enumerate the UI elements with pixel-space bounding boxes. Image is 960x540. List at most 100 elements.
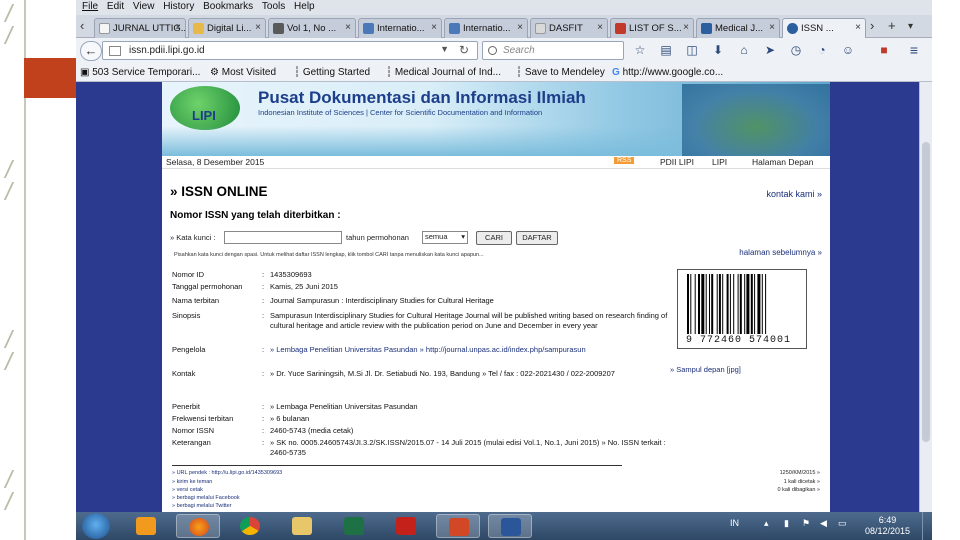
tab-list-of-s[interactable]: LIST OF S... ×	[610, 18, 694, 38]
menu-history[interactable]: History	[163, 0, 194, 14]
tab-digital-library[interactable]: Digital Li... ×	[188, 18, 266, 38]
hamburger-menu-icon[interactable]: ≡	[906, 42, 922, 58]
barcode-bar	[694, 274, 696, 334]
tab-international-2[interactable]: Internatio... ×	[444, 18, 528, 38]
url-text[interactable]: issn.pdii.lipi.go.id	[129, 45, 205, 56]
share-icon[interactable]: ➤	[762, 42, 778, 58]
close-icon[interactable]: ×	[431, 22, 437, 33]
bookmark-503[interactable]: ▣ 503 Service Temporari...	[80, 67, 200, 78]
nav-lipi[interactable]: LIPI	[712, 157, 727, 167]
flag-icon[interactable]: ⚑	[802, 518, 810, 529]
page-scrollbar[interactable]	[919, 82, 932, 512]
history-icon[interactable]: ◷	[788, 42, 804, 58]
home-icon[interactable]: ⌂	[736, 42, 752, 58]
keyword-input[interactable]	[224, 231, 342, 244]
list-button[interactable]: DAFTAR	[516, 231, 558, 245]
powerpoint-icon	[449, 518, 469, 536]
short-url-link[interactable]: » URL pendek : http://u.lipi.go.id/14353…	[172, 470, 282, 476]
tab-jurnal-uttig[interactable]: JURNAL UTTIG... ×	[94, 18, 186, 38]
reload-icon[interactable]: ↻	[459, 43, 469, 57]
menu-tools[interactable]: Tools	[262, 0, 285, 14]
close-icon[interactable]: ×	[255, 22, 261, 33]
close-icon[interactable]: ×	[683, 22, 689, 33]
taskbar-explorer[interactable]	[280, 514, 324, 538]
search-placeholder[interactable]: Search	[503, 45, 535, 56]
bookmark-medical-journal[interactable]: ┆ Medical Journal of Ind...	[386, 67, 501, 78]
contact-link[interactable]: kontak kami »	[766, 189, 822, 199]
tab-issn[interactable]: ISSN ... ×	[782, 18, 866, 38]
taskbar-powerpoint[interactable]	[436, 514, 480, 538]
taskbar-media-player[interactable]	[124, 514, 168, 538]
print-version-link[interactable]: » versi cetak	[172, 487, 203, 493]
start-button[interactable]	[82, 513, 110, 539]
show-desktop-button[interactable]	[922, 512, 932, 540]
pocket-icon[interactable]: ◫	[684, 42, 700, 58]
facebook-share-link[interactable]: » berbagi melalui Facebook	[172, 495, 240, 501]
url-bar[interactable]: issn.pdii.lipi.go.id ▼ ↻	[102, 41, 478, 60]
bookmark-google[interactable]: G http://www.google.co...	[612, 67, 723, 78]
bookmark-most-visited[interactable]: ⚙ Most Visited	[210, 67, 276, 78]
nav-home[interactable]: Halaman Depan	[752, 157, 813, 167]
page-info-icon[interactable]	[109, 46, 121, 56]
menu-view[interactable]: View	[133, 0, 155, 14]
cover-link[interactable]: » Sampul depan [jpg]	[670, 365, 741, 374]
menu-file[interactable]: File	[82, 0, 98, 14]
search-bar[interactable]: Search	[482, 41, 624, 60]
close-icon[interactable]: ×	[855, 22, 861, 33]
globe-icon	[787, 23, 798, 34]
rss-icon[interactable]: RSS	[614, 157, 635, 164]
twitter-share-link[interactable]: » berbagi melalui Twitter	[172, 503, 232, 509]
smiley-icon[interactable]: ☺	[840, 42, 856, 58]
url-dropdown-icon[interactable]: ▼	[440, 44, 449, 54]
network-icon[interactable]: ▮	[784, 518, 789, 529]
bookmarks-bar: ▣ 503 Service Temporari... ⚙ Most Visite…	[76, 64, 932, 82]
barcode-bar	[711, 274, 714, 334]
close-icon[interactable]: ×	[345, 22, 351, 33]
year-select[interactable]: semua ▾	[422, 231, 468, 244]
search-button[interactable]: CARI	[476, 231, 512, 245]
close-icon[interactable]: ×	[769, 22, 775, 33]
tab-vol1[interactable]: Vol 1, No ... ×	[268, 18, 356, 38]
sync-icon[interactable]: ◔	[814, 42, 830, 58]
close-icon[interactable]: ×	[175, 22, 181, 33]
menu-edit[interactable]: Edit	[107, 0, 124, 14]
close-icon[interactable]: ×	[597, 22, 603, 33]
page-heading: » ISSN ONLINE	[170, 184, 268, 199]
volume-icon[interactable]: ◀	[820, 518, 827, 529]
taskbar-excel[interactable]	[332, 514, 376, 538]
back-icon[interactable]: ←	[80, 41, 102, 61]
nav-pdii-lipi[interactable]: PDII LIPI	[660, 157, 694, 167]
search-form: » Kata kunci : tahun permohonan semua ▾ C…	[170, 231, 590, 247]
new-tab-icon[interactable]: +	[888, 18, 896, 33]
tab-dasfit[interactable]: DASFIT ×	[530, 18, 608, 38]
downloads-icon[interactable]: ⬇	[710, 42, 726, 58]
scrollbar-thumb[interactable]	[922, 142, 930, 442]
taskbar-word[interactable]	[488, 514, 532, 538]
taskbar-chrome[interactable]	[228, 514, 272, 538]
barcode-bar	[722, 274, 724, 334]
tab-list-icon[interactable]: ▾	[908, 21, 913, 32]
tab-international-1[interactable]: Internatio... ×	[358, 18, 442, 38]
tab-scroll-left-icon[interactable]: ‹	[80, 18, 84, 33]
battery-icon[interactable]: ▭	[838, 518, 847, 529]
bookmark-mendeley[interactable]: ┆ Save to Mendeley	[516, 67, 605, 78]
tab-medical-j[interactable]: Medical J... ×	[696, 18, 780, 38]
record-value: » 6 bulanan	[270, 414, 310, 423]
reading-list-icon[interactable]: ▤	[658, 42, 674, 58]
taskbar-firefox[interactable]	[176, 514, 220, 538]
system-clock[interactable]: 6:49 08/12/2015	[865, 515, 910, 537]
close-icon[interactable]: ×	[517, 22, 523, 33]
bookmark-star-icon[interactable]: ☆	[632, 42, 648, 58]
send-to-friend-link[interactable]: » kirim ke teman	[172, 479, 212, 485]
addon-icon[interactable]: ■	[876, 42, 892, 58]
previous-page-link[interactable]: halaman sebelumnya »	[739, 248, 822, 257]
slide-decoration	[3, 470, 27, 488]
menu-help[interactable]: Help	[294, 0, 315, 14]
bookmark-getting-started[interactable]: ┆ Getting Started	[294, 67, 370, 78]
record-value[interactable]: » Lembaga Penelitian Universitas Pasunda…	[270, 345, 670, 355]
tray-expand-icon[interactable]: ▴	[764, 518, 769, 529]
language-indicator[interactable]: IN	[730, 518, 739, 528]
menu-bookmarks[interactable]: Bookmarks	[203, 0, 253, 14]
tab-scroll-right-icon[interactable]: ›	[870, 18, 874, 33]
taskbar-acrobat[interactable]	[384, 514, 428, 538]
